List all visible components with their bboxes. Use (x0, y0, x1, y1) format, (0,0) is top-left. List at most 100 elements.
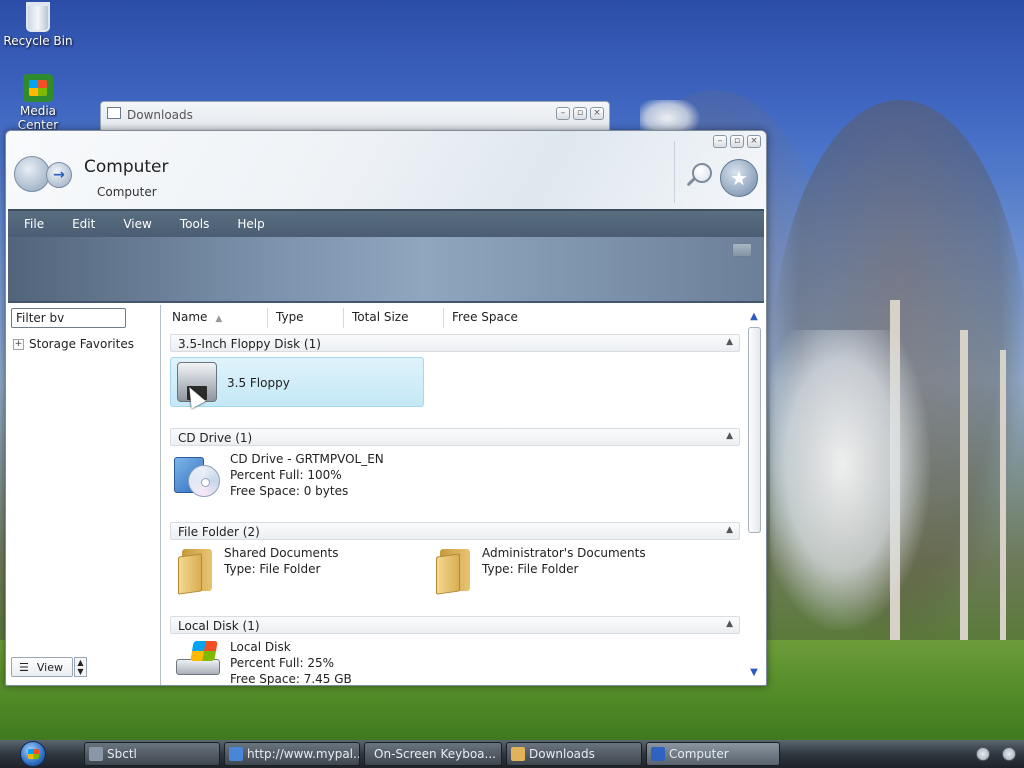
item-free-space: Free Space: 0 bytes (230, 484, 349, 498)
taskbar-item-computer[interactable]: Computer (646, 742, 780, 766)
item-type: Type: File Folder (224, 562, 321, 576)
taskbar-item-on-screen-keyboard[interactable]: On-Screen Keyboa... (364, 742, 502, 766)
computer-window: → Computer Computer ★ – ▫ × File Edit Vi… (5, 130, 767, 686)
taskbar-item-sbctl[interactable]: Sbctl (84, 742, 220, 766)
cd-drive-icon (174, 451, 222, 499)
star-icon: ★ (730, 166, 748, 190)
group-header-file-folder[interactable]: File Folder (2) ▲ (170, 522, 740, 540)
desktop-icon-label: Recycle Bin (3, 34, 73, 48)
computer-icon (651, 747, 665, 761)
filter-input[interactable] (11, 308, 126, 328)
item-name: Administrator's Documents (482, 546, 646, 560)
minimize-button[interactable]: – (556, 107, 570, 120)
list-item-floppy[interactable]: 3.5 Floppy (170, 357, 424, 407)
item-name: 3.5 Floppy (227, 376, 290, 390)
forward-button[interactable]: → (46, 162, 72, 188)
search-icon-handle (686, 176, 697, 187)
menu-file[interactable]: File (8, 217, 57, 231)
chevron-down-icon: ▼ (77, 667, 84, 676)
list-view-icon: ☰ (19, 660, 29, 674)
minimize-button[interactable]: – (713, 135, 727, 148)
back-button[interactable] (14, 156, 50, 192)
menu-edit[interactable]: Edit (57, 217, 108, 231)
window-controls: – ▫ × (556, 107, 604, 120)
group-header-local-disk[interactable]: Local Disk (1) ▲ (170, 616, 740, 634)
list-item-shared-documents[interactable]: Shared Documents Type: File Folder (176, 545, 339, 595)
column-header-row: Name ▲ Type Total Size Free Space (164, 308, 742, 328)
system-tray (968, 740, 1024, 768)
window-header: → Computer Computer ★ – ▫ × (6, 131, 766, 209)
menu-view[interactable]: View (108, 217, 164, 231)
group-header-cd-drive[interactable]: CD Drive (1) ▲ (170, 428, 740, 446)
network-icon[interactable] (976, 747, 990, 761)
collapse-icon[interactable]: ▲ (726, 431, 733, 441)
list-item-administrators-documents[interactable]: Administrator's Documents Type: File Fol… (434, 545, 646, 595)
folder-icon (176, 545, 216, 595)
collapse-icon[interactable]: ▲ (726, 337, 733, 347)
start-button[interactable] (0, 740, 78, 768)
search-button[interactable] (682, 161, 716, 195)
app-icon (89, 747, 103, 761)
view-button-label: View (36, 660, 63, 674)
item-percent-full: Percent Full: 100% (230, 468, 342, 482)
favorites-button[interactable]: ★ (720, 159, 758, 197)
item-name: CD Drive - GRTMPVOL_EN (230, 452, 384, 466)
window-app-icon (107, 107, 121, 119)
chevron-up-icon: ▲ (77, 658, 84, 667)
window-title: Downloads (127, 108, 193, 122)
group-header-floppy[interactable]: 3.5-Inch Floppy Disk (1) ▲ (170, 334, 740, 352)
blossom-tree (770, 330, 930, 630)
menu-bar: File Edit View Tools Help (8, 209, 764, 237)
tree-trunk (1000, 350, 1006, 640)
expand-icon[interactable]: + (13, 338, 24, 350)
scroll-down-arrow-icon[interactable]: ▼ (747, 667, 761, 679)
recycle-bin-icon (26, 2, 50, 32)
folder-icon (434, 545, 474, 595)
divider (674, 141, 675, 203)
maximize-button[interactable]: ▫ (730, 135, 744, 148)
tree-item-storage-favorites[interactable]: + Storage Favorites (13, 337, 134, 351)
vertical-scrollbar[interactable]: ▲ ▼ (747, 309, 761, 681)
list-item-local-disk[interactable]: Local Disk Percent Full: 25% Free Space:… (174, 639, 352, 685)
toolbar (8, 237, 764, 303)
maximize-button[interactable]: ▫ (573, 107, 587, 120)
page-title: Computer (84, 157, 169, 177)
toolbar-toggle-button[interactable] (732, 243, 752, 257)
view-spinner[interactable]: ▲ ▼ (74, 657, 87, 677)
item-type: Type: File Folder (482, 562, 579, 576)
collapse-icon[interactable]: ▲ (726, 619, 733, 629)
sort-ascending-icon: ▲ (215, 314, 223, 324)
item-name: Shared Documents (224, 546, 339, 560)
close-button[interactable]: × (590, 107, 604, 120)
clock-icon[interactable] (1002, 747, 1016, 761)
column-header-free-space[interactable]: Free Space (444, 308, 534, 328)
desktop-icon-label: Media Center (17, 104, 59, 132)
column-header-type[interactable]: Type (268, 308, 344, 328)
list-item-cd-drive[interactable]: CD Drive - GRTMPVOL_EN Percent Full: 100… (174, 451, 384, 499)
item-name: Local Disk (230, 640, 291, 654)
menu-help[interactable]: Help (222, 217, 277, 231)
window-controls: – ▫ × (713, 135, 761, 148)
scrollbar-thumb[interactable] (748, 327, 761, 533)
view-button[interactable]: ☰ View (11, 657, 73, 677)
collapse-icon[interactable]: ▲ (726, 525, 733, 535)
windows-logo-icon (20, 741, 46, 767)
taskbar-item-browser[interactable]: http://www.mypal... (224, 742, 360, 766)
folder-icon (511, 747, 525, 761)
desktop-icon-recycle-bin[interactable]: Recycle Bin (0, 2, 76, 48)
tree-trunk (960, 330, 968, 640)
column-header-total-size[interactable]: Total Size (344, 308, 444, 328)
tree-item-label: Storage Favorites (29, 337, 134, 351)
desktop-icon-media-center[interactable]: Media Center (0, 74, 76, 132)
menu-tools[interactable]: Tools (165, 217, 223, 231)
arrow-right-icon: → (53, 167, 65, 183)
scroll-up-arrow-icon[interactable]: ▲ (747, 311, 761, 323)
item-percent-full: Percent Full: 25% (230, 656, 335, 670)
local-disk-icon (174, 639, 222, 679)
breadcrumb[interactable]: Computer (97, 185, 157, 199)
column-header-name[interactable]: Name ▲ (164, 308, 268, 328)
item-free-space: Free Space: 7.45 GB (230, 672, 352, 685)
content-pane: Name ▲ Type Total Size Free Space ▲ ▼ 3.5… (164, 305, 764, 685)
taskbar-item-downloads[interactable]: Downloads (506, 742, 642, 766)
close-button[interactable]: × (747, 135, 761, 148)
